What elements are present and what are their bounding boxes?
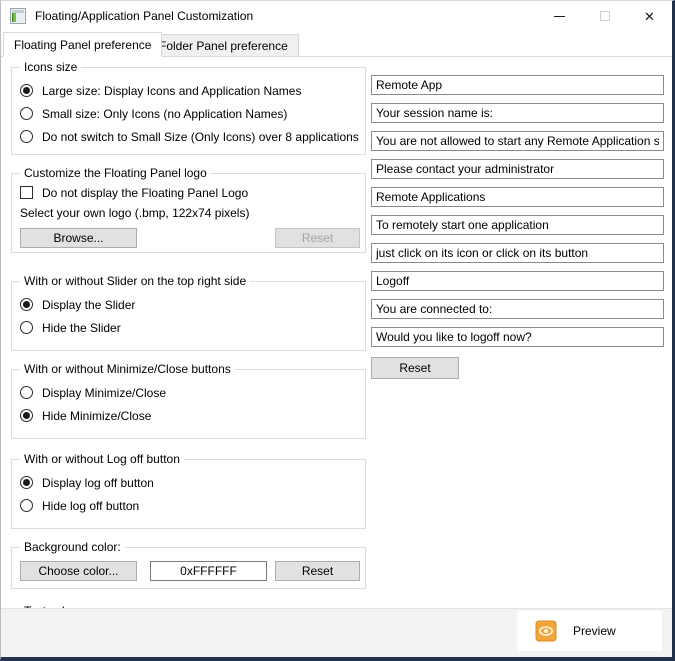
checkbox-label: Do not display the Floating Panel Logo [42, 186, 248, 200]
radio-icon [20, 130, 33, 143]
group-logoff-button: With or without Log off button Display l… [11, 459, 366, 529]
tab-label: Floating Panel preference [14, 38, 151, 52]
tab-content: Icons size Large size: Display Icons and… [1, 57, 672, 606]
settings-column: Icons size Large size: Display Icons and… [11, 67, 366, 653]
preview-label: Preview [573, 624, 616, 638]
group-slider: With or without Slider on the top right … [11, 281, 366, 351]
group-icons-size: Icons size Large size: Display Icons and… [11, 67, 366, 155]
footer-bar: Preview [1, 608, 672, 657]
radio-label: Display Minimize/Close [42, 386, 166, 400]
maximize-icon [600, 11, 610, 21]
message-field-3[interactable] [371, 131, 664, 151]
radio-icon [20, 499, 33, 512]
radio-label: Small size: Only Icons (no Application N… [42, 107, 287, 121]
app-icon [10, 8, 26, 24]
close-button[interactable]: ✕ [627, 1, 672, 31]
message-field-6[interactable] [371, 215, 664, 235]
group-title: With or without Slider on the top right … [20, 274, 250, 288]
message-field-2[interactable] [371, 103, 664, 123]
message-field-1[interactable] [371, 75, 664, 95]
group-title: With or without Minimize/Close buttons [20, 362, 235, 376]
preview-eye-icon [535, 620, 557, 642]
radio-icon [20, 321, 33, 334]
message-field-5[interactable] [371, 187, 664, 207]
radio-label: Large size: Display Icons and Applicatio… [42, 84, 301, 98]
messages-reset-button[interactable]: Reset [371, 357, 459, 379]
group-title: With or without Log off button [20, 452, 184, 466]
group-background-color: Background color: Choose color... 0xFFFF… [11, 547, 366, 589]
radio-icon [20, 476, 33, 489]
radio-icon [20, 84, 33, 97]
window-title: Floating/Application Panel Customization [35, 9, 253, 23]
group-panel-logo: Customize the Floating Panel logo Do not… [11, 173, 366, 253]
background-color-row: Choose color... 0xFFFFFF Reset [20, 561, 357, 581]
group-title: Customize the Floating Panel logo [20, 166, 211, 180]
radio-icon [20, 409, 33, 422]
radio-label: Hide Minimize/Close [42, 409, 151, 423]
radio-large-size[interactable]: Large size: Display Icons and Applicatio… [20, 79, 357, 102]
tab-folder-panel-preference[interactable]: Folder Panel preference [148, 34, 299, 57]
radio-label: Hide log off button [42, 499, 139, 513]
logo-reset-button[interactable]: Reset [275, 228, 360, 248]
preview-button[interactable]: Preview [517, 611, 662, 651]
radio-hide-logoff[interactable]: Hide log off button [20, 494, 357, 517]
radio-icon [20, 107, 33, 120]
radio-small-size[interactable]: Small size: Only Icons (no Application N… [20, 102, 357, 125]
group-title: Icons size [20, 60, 81, 74]
group-title: Background color: [20, 540, 125, 554]
radio-label: Display the Slider [42, 298, 135, 312]
maximize-button[interactable] [582, 1, 627, 31]
browse-button[interactable]: Browse... [20, 228, 137, 248]
title-bar: Floating/Application Panel Customization… [1, 1, 672, 31]
radio-icon [20, 298, 33, 311]
radio-hide-minclose[interactable]: Hide Minimize/Close [20, 404, 357, 427]
radio-display-logoff[interactable]: Display log off button [20, 471, 357, 494]
message-field-8[interactable] [371, 271, 664, 291]
background-color-value: 0xFFFFFF [150, 561, 267, 581]
radio-label: Display log off button [42, 476, 154, 490]
tab-label: Folder Panel preference [159, 39, 288, 53]
radio-icon [20, 386, 33, 399]
radio-label: Do not switch to Small Size (Only Icons)… [42, 130, 359, 144]
checkbox-hide-logo[interactable]: Do not display the Floating Panel Logo [20, 181, 357, 204]
tab-floating-panel-preference[interactable]: Floating Panel preference [3, 32, 162, 57]
close-icon: ✕ [644, 10, 655, 23]
logo-buttons: Browse... Reset [20, 228, 357, 248]
message-field-4[interactable] [371, 159, 664, 179]
minimize-icon [554, 16, 565, 17]
message-field-7[interactable] [371, 243, 664, 263]
background-reset-button[interactable]: Reset [275, 561, 360, 581]
radio-label: Hide the Slider [42, 321, 121, 335]
radio-display-slider[interactable]: Display the Slider [20, 293, 357, 316]
messages-column: Reset [371, 75, 664, 379]
group-minimize-close: With or without Minimize/Close buttons D… [11, 369, 366, 439]
radio-hide-slider[interactable]: Hide the Slider [20, 316, 357, 339]
radio-no-switch-small[interactable]: Do not switch to Small Size (Only Icons)… [20, 125, 357, 148]
message-field-10[interactable] [371, 327, 664, 347]
radio-display-minclose[interactable]: Display Minimize/Close [20, 381, 357, 404]
tab-strip: Floating Panel preference Folder Panel p… [1, 32, 672, 57]
checkbox-icon [20, 186, 33, 199]
dialog-window: Floating/Application Panel Customization… [0, 0, 675, 661]
logo-hint: Select your own logo (.bmp, 122x74 pixel… [20, 204, 357, 223]
message-field-9[interactable] [371, 299, 664, 319]
minimize-button[interactable] [537, 1, 582, 31]
background-choose-color-button[interactable]: Choose color... [20, 561, 137, 581]
caption-buttons: ✕ [537, 1, 672, 31]
